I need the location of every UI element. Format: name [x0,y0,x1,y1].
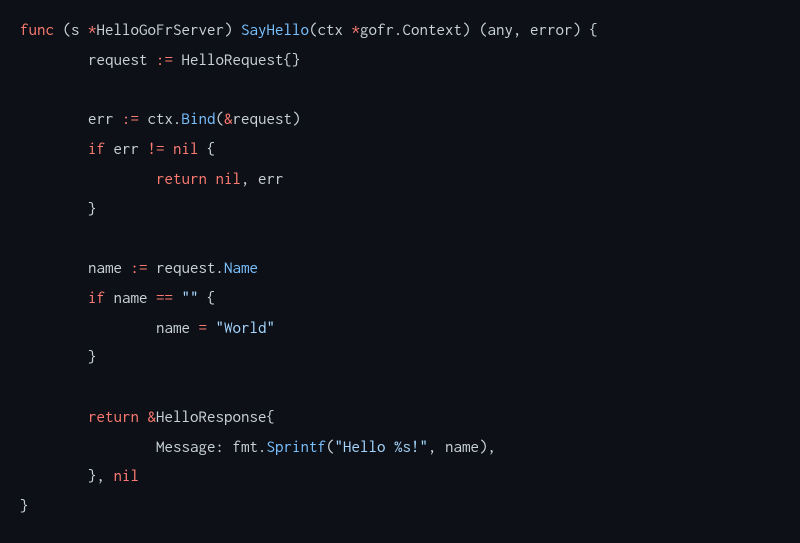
line-7: } [20,200,97,218]
line-1: func (s *HelloGoFrServer) SayHello(ctx *… [20,21,598,39]
function-name: SayHello [241,21,309,39]
line-15: Message: fmt.Sprintf("Hello %s!", name), [20,438,496,456]
line-12: } [20,348,97,366]
line-9: name := request.Name [20,259,258,277]
code-block: func (s *HelloGoFrServer) SayHello(ctx *… [20,16,780,522]
keyword-func: func [20,21,54,39]
line-5: if err != nil { [20,140,216,158]
line-10: if name == "" { [20,289,216,307]
line-11: name = "World" [20,319,275,337]
line-6: return nil, err [20,170,284,188]
line-4: err := ctx.Bind(&request) [20,110,301,128]
line-16: }, nil [20,467,139,485]
line-14: return &HelloResponse{ [20,408,275,426]
line-2: request := HelloRequest{} [20,51,301,69]
line-17: } [20,497,29,515]
